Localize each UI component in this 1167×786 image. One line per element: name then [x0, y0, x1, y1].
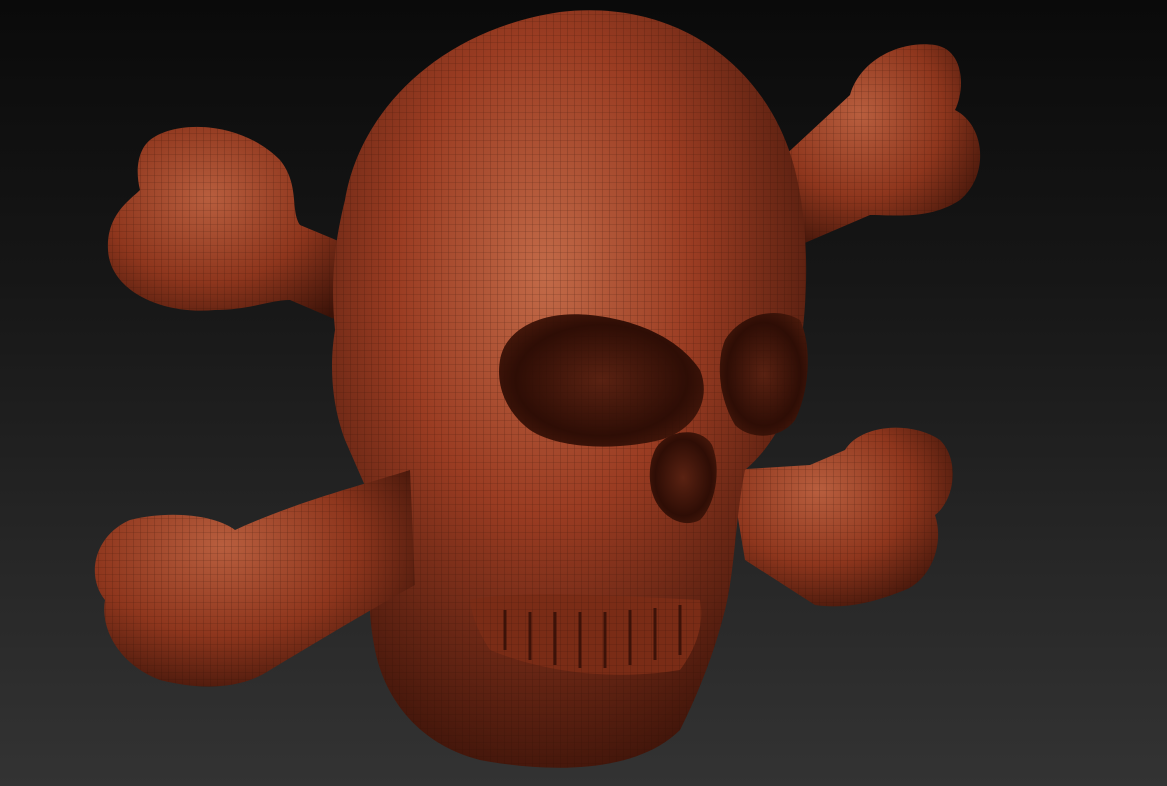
crossbone-lower-left [94, 470, 415, 687]
skull-crossbones-model[interactable] [0, 0, 1167, 786]
crossbone-lower-right [730, 427, 953, 607]
crossbone-upper-right [780, 44, 981, 245]
crossbone-upper-left [107, 126, 360, 330]
3d-viewport[interactable] [0, 0, 1167, 786]
right-eye-socket [719, 312, 808, 436]
